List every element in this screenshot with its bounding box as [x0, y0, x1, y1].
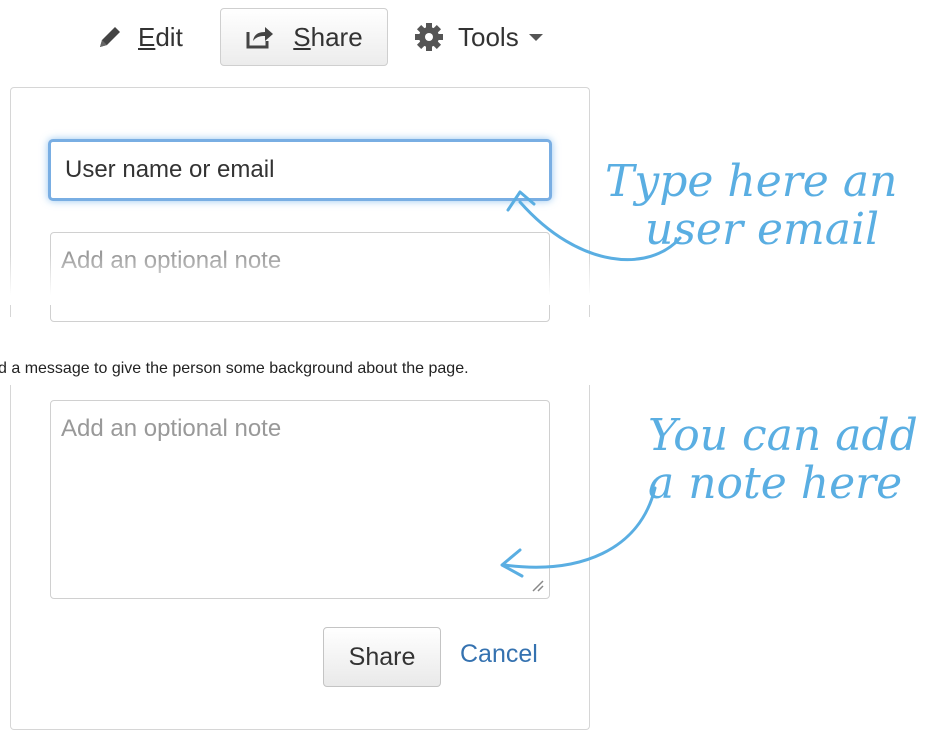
- share-button[interactable]: Share: [323, 627, 441, 687]
- annotation-arrow-icon: [506, 190, 682, 262]
- edit-label: Edit: [138, 21, 183, 52]
- annotation-arrow-icon: [500, 486, 657, 578]
- gear-icon: [415, 23, 443, 51]
- tools-menu-button[interactable]: Tools: [414, 8, 543, 66]
- annotation-line: You can add: [648, 410, 918, 461]
- pencil-icon: [100, 27, 120, 47]
- note-annotation: You can add a note here: [648, 412, 918, 508]
- edit-button[interactable]: Edit: [96, 8, 183, 66]
- share-toolbar-label: Share: [293, 21, 363, 52]
- optional-note-input[interactable]: [50, 400, 550, 599]
- annotation-line: a note here: [648, 458, 903, 509]
- fade-overlay: [0, 255, 947, 305]
- user-name-or-email-input[interactable]: [48, 139, 552, 201]
- cancel-link[interactable]: Cancel: [460, 640, 538, 669]
- instruction-caption: d a message to give the person some back…: [0, 360, 469, 377]
- tools-label: Tools: [458, 21, 519, 52]
- share-toolbar-button[interactable]: Share: [220, 8, 388, 66]
- share-icon: [246, 27, 274, 49]
- chevron-down-icon: [528, 33, 543, 41]
